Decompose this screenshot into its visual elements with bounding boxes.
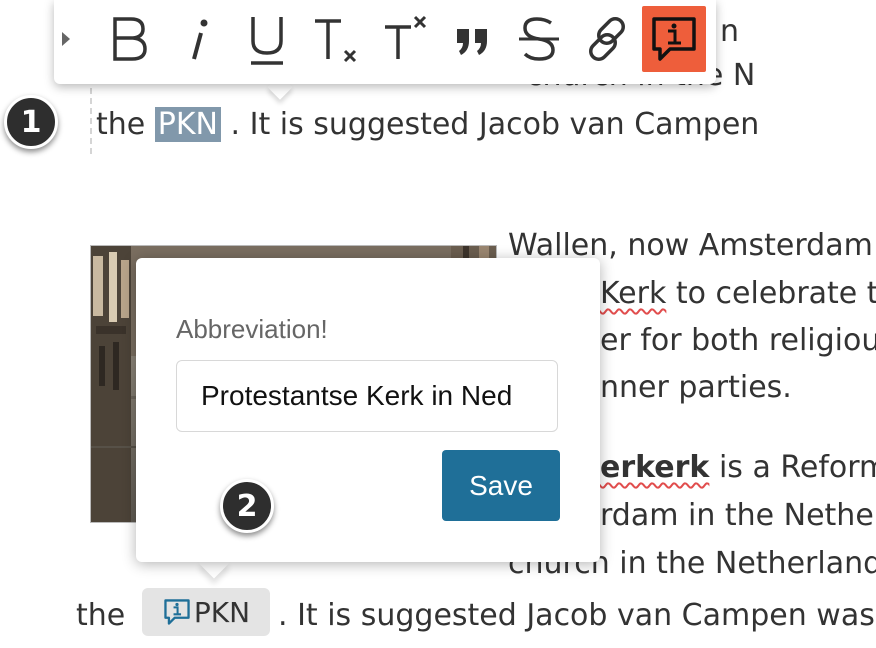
paragraph-guide — [90, 88, 92, 154]
bg-line-5: erkerk is a Reform — [600, 450, 876, 485]
abbreviation-popup: Abbreviation! Save — [136, 258, 600, 562]
sentence-text-before: the — [96, 107, 155, 142]
sentence-line-1[interactable]: the PKN . It is suggested Jacob van Camp… — [96, 107, 759, 143]
strikethrough-icon — [519, 17, 559, 61]
underline-button[interactable] — [240, 6, 294, 72]
bg-line-4: nner parties. — [600, 370, 792, 405]
abbreviation-button[interactable] — [642, 6, 706, 72]
bottom-text-after: . It is suggested Jacob van Campen was — [278, 598, 875, 633]
italic-button[interactable] — [172, 6, 226, 72]
superscript-icon — [385, 15, 427, 59]
abbreviation-chip-text: PKN — [193, 595, 251, 629]
bottom-text-before: the — [76, 598, 126, 633]
superscript-button[interactable] — [376, 6, 434, 72]
partial-text-top: n — [720, 14, 740, 49]
bg-line-6: rdam in the Nethe — [600, 498, 874, 533]
bold-button[interactable] — [102, 6, 156, 72]
step-marker-1: 1 — [4, 95, 58, 149]
blockquote-button[interactable] — [448, 6, 498, 72]
selected-abbreviation[interactable]: PKN — [154, 107, 221, 142]
italic-icon — [192, 19, 208, 60]
abbreviation-chip[interactable]: PKN — [142, 588, 270, 636]
abbreviation-input[interactable] — [176, 360, 558, 432]
formatting-toolbar — [54, 0, 716, 84]
step-marker-2: 2 — [220, 479, 274, 533]
subscript-button[interactable] — [306, 6, 364, 72]
subscript-icon — [315, 19, 357, 63]
blockquote-icon — [457, 29, 487, 55]
strikethrough-button[interactable] — [512, 6, 566, 72]
toolbar-expand-caret[interactable] — [62, 32, 70, 46]
link-button[interactable] — [578, 6, 636, 72]
abbreviation-icon — [652, 17, 696, 61]
bold-word: erkerk — [600, 450, 710, 485]
abbreviation-icon — [164, 599, 190, 625]
underline-icon — [251, 17, 283, 65]
bg-line-3: er for both religiou — [600, 323, 876, 358]
bg-line-2: Kerk to celebrate t — [600, 276, 876, 311]
bold-icon — [113, 17, 147, 61]
sentence-text-after: . It is suggested Jacob van Campen — [221, 107, 760, 142]
abbreviation-label: Abbreviation! — [176, 314, 328, 344]
link-icon — [589, 17, 625, 61]
save-button[interactable]: Save — [442, 450, 560, 521]
